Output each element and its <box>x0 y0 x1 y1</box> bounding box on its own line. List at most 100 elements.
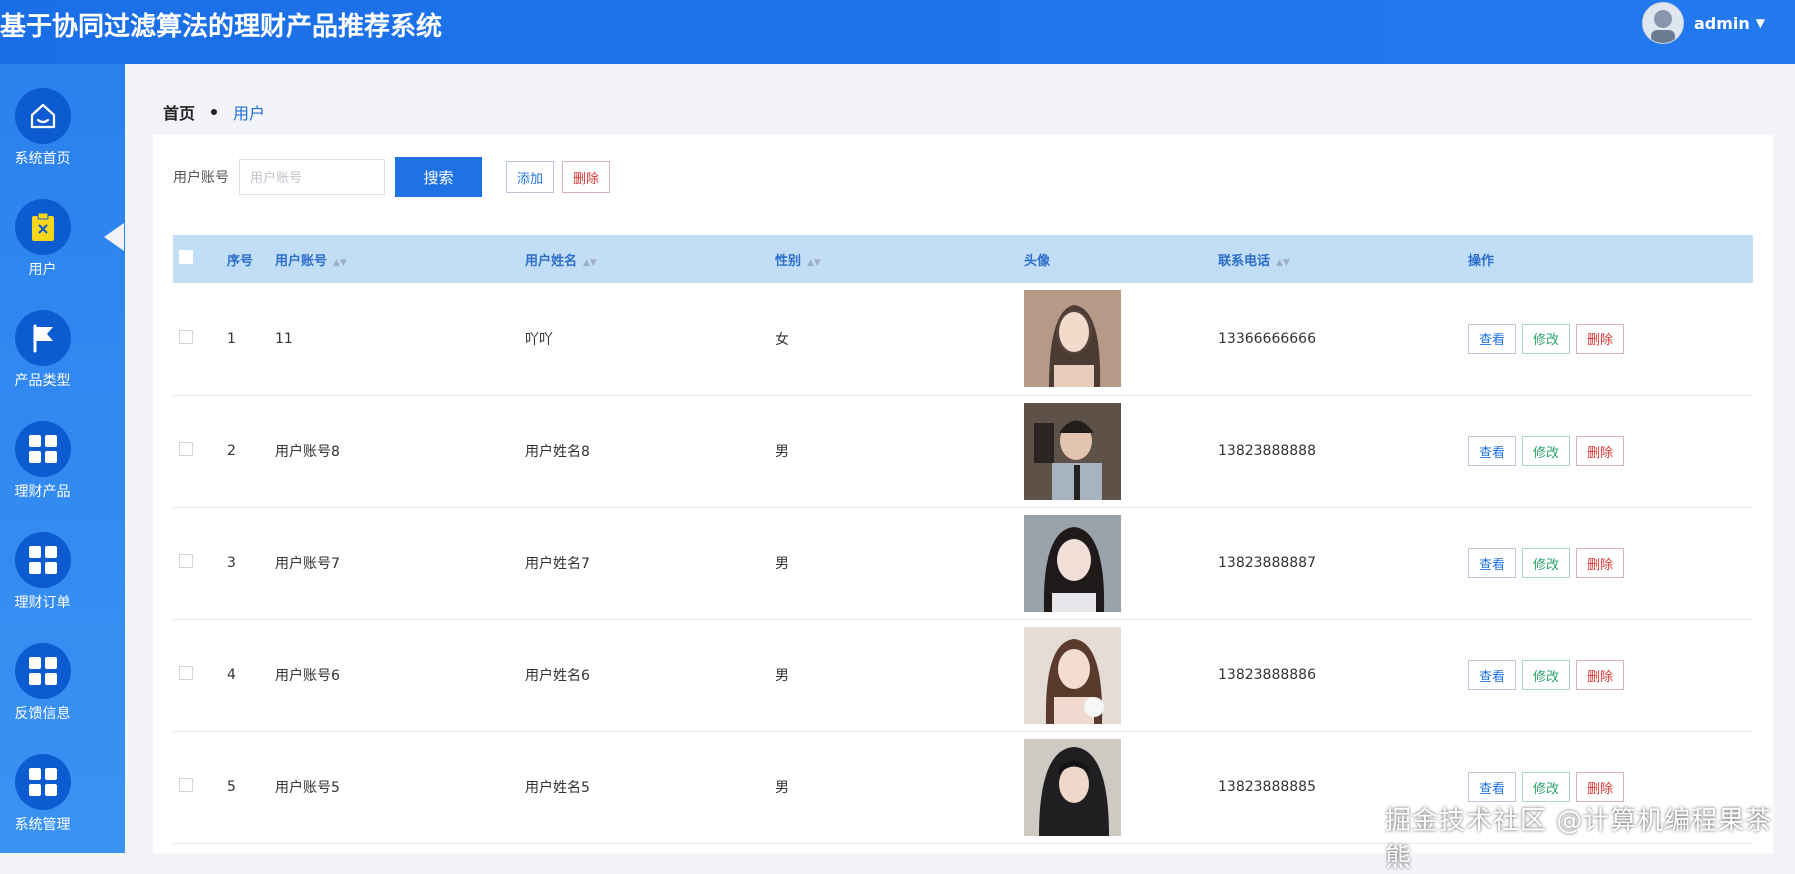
view-button[interactable]: 查看 <box>1468 660 1517 690</box>
sidebar-item-label: 理财产品 <box>14 484 71 500</box>
user-menu[interactable]: admin ▼ <box>1641 2 1765 44</box>
cell-phone: 13823888886 <box>1218 667 1316 683</box>
breadcrumb: 首页 用户 <box>163 100 265 124</box>
col-phone-label: 联系电话 <box>1218 253 1271 269</box>
user-table: 序号 用户账号 ▲▼ 用户姓名 ▲▼ 性别 ▲▼ 头像 联系电话 ▲▼ 操作 1 11 … <box>173 235 1753 844</box>
sidebar-item-financial-orders[interactable]: 理财订单 <box>0 532 85 612</box>
breadcrumb-home[interactable]: 首页 <box>163 100 195 124</box>
col-avatar: 头像 <box>1024 253 1051 269</box>
row-checkbox[interactable] <box>179 329 193 344</box>
avatar-image <box>1024 290 1121 388</box>
edit-button[interactable]: 修改 <box>1522 660 1571 690</box>
sidebar-item-system-management[interactable]: 系统管理 <box>0 754 85 834</box>
col-account-label: 用户账号 <box>275 253 328 269</box>
breadcrumb-current: 用户 <box>233 104 266 123</box>
row-checkbox[interactable] <box>179 554 193 568</box>
main-panel: 用户账号 搜索 添加 删除 序号 用户账号 ▲▼ 用户姓名 ▲▼ 性别 ▲▼ 头像 联… <box>153 135 1773 853</box>
row-delete-button[interactable]: 删除 <box>1576 436 1625 466</box>
cell-account: 用户账号8 <box>275 444 340 460</box>
sidebar: 系统首页 用户 产品类型 理财产品 理财订单 反馈信息 系统管理 <box>0 64 125 853</box>
row-delete-button[interactable]: 删除 <box>1576 660 1625 690</box>
chevron-down-icon[interactable]: ▼ <box>1756 16 1765 30</box>
cell-gender: 男 <box>775 668 789 684</box>
cell-gender: 女 <box>775 331 789 348</box>
cell-phone: 13823888888 <box>1218 443 1316 459</box>
cell-account: 用户账号7 <box>275 556 340 572</box>
select-all-checkbox[interactable] <box>179 250 193 264</box>
cell-gender: 男 <box>775 444 789 460</box>
sidebar-item-financial-products[interactable]: 理财产品 <box>0 421 85 501</box>
edit-button[interactable]: 修改 <box>1522 436 1571 466</box>
search-input[interactable] <box>239 159 385 195</box>
flag-icon <box>33 324 53 353</box>
watermark-text: 掘金技术社区 @计算机编程果茶熊 <box>1385 806 1773 873</box>
clipboard-icon <box>31 212 54 241</box>
username[interactable]: admin <box>1694 14 1750 33</box>
row-delete-button[interactable]: 删除 <box>1576 323 1625 354</box>
col-actions: 操作 <box>1468 253 1495 269</box>
table-row: 3 用户账号7 用户姓名7 男 13823888887 查看 修改 删除 <box>173 507 1753 619</box>
search-button[interactable]: 搜索 <box>395 157 482 197</box>
avatar-image <box>1024 402 1121 500</box>
sort-icon[interactable]: ▲▼ <box>583 258 597 268</box>
view-button[interactable]: 查看 <box>1468 548 1517 578</box>
grid-icon <box>28 657 57 685</box>
col-name[interactable]: 用户姓名 ▲▼ <box>525 235 775 283</box>
grid-icon <box>28 546 57 574</box>
row-delete-button[interactable]: 删除 <box>1576 548 1625 578</box>
cell-name: 用户姓名5 <box>525 780 590 796</box>
cell-phone: 13823888887 <box>1218 555 1316 571</box>
delete-button[interactable]: 删除 <box>562 161 611 193</box>
table-row: 1 11 吖吖 女 13366666666 查看 修改 删除 <box>173 283 1753 395</box>
cell-index: 3 <box>227 555 236 571</box>
cell-gender: 男 <box>775 780 789 796</box>
col-name-label: 用户姓名 <box>525 253 578 269</box>
sort-icon[interactable]: ▲▼ <box>807 258 821 268</box>
avatar-image <box>1024 738 1121 836</box>
sort-icon[interactable]: ▲▼ <box>333 258 347 268</box>
user-avatar[interactable] <box>1641 2 1684 44</box>
app-title: 基于协同过滤算法的理财产品推荐系统 <box>0 12 443 42</box>
search-bar: 用户账号 搜索 添加 删除 <box>173 157 611 197</box>
cell-account: 11 <box>275 330 293 347</box>
cell-index: 1 <box>227 330 236 347</box>
row-checkbox[interactable] <box>179 442 193 456</box>
col-gender[interactable]: 性别 ▲▼ <box>775 235 1024 283</box>
sort-icon[interactable]: ▲▼ <box>1276 258 1290 268</box>
cell-index: 5 <box>227 779 236 795</box>
home-icon <box>30 103 55 129</box>
sidebar-item-product-type[interactable]: 产品类型 <box>0 310 85 390</box>
edit-button[interactable]: 修改 <box>1522 548 1571 578</box>
edit-button[interactable]: 修改 <box>1522 323 1571 354</box>
sidebar-item-feedback[interactable]: 反馈信息 <box>0 643 85 723</box>
cell-index: 4 <box>227 667 236 683</box>
row-checkbox[interactable] <box>179 666 193 680</box>
avatar-image <box>1024 514 1121 612</box>
sidebar-item-user[interactable]: 用户 <box>0 199 85 279</box>
col-phone[interactable]: 联系电话 ▲▼ <box>1218 235 1468 283</box>
table-row: 2 用户账号8 用户姓名8 男 13823888888 查看 修改 删除 <box>173 395 1753 507</box>
view-button[interactable]: 查看 <box>1468 436 1517 466</box>
sidebar-item-home[interactable]: 系统首页 <box>0 88 85 168</box>
sidebar-item-label: 系统首页 <box>14 151 71 167</box>
avatar-image <box>1024 626 1121 724</box>
row-delete-button[interactable]: 删除 <box>1576 772 1625 802</box>
grid-icon <box>28 768 57 796</box>
add-button[interactable]: 添加 <box>506 161 555 193</box>
cell-account: 用户账号5 <box>275 780 340 796</box>
view-button[interactable]: 查看 <box>1468 323 1517 354</box>
top-header: 基于协同过滤算法的理财产品推荐系统 admin ▼ <box>0 0 1795 64</box>
sidebar-item-label: 产品类型 <box>14 373 71 389</box>
row-checkbox[interactable] <box>179 778 193 792</box>
col-account[interactable]: 用户账号 ▲▼ <box>275 235 525 283</box>
sidebar-item-label: 理财订单 <box>14 595 71 611</box>
active-indicator <box>104 223 124 251</box>
cell-account: 用户账号6 <box>275 668 340 684</box>
edit-button[interactable]: 修改 <box>1522 772 1571 802</box>
view-button[interactable]: 查看 <box>1468 772 1517 802</box>
table-header-row: 序号 用户账号 ▲▼ 用户姓名 ▲▼ 性别 ▲▼ 头像 联系电话 ▲▼ 操作 <box>173 235 1753 283</box>
cell-name: 吖吖 <box>525 331 553 348</box>
col-index: 序号 <box>227 253 254 269</box>
grid-icon <box>28 435 57 463</box>
search-label: 用户账号 <box>173 170 229 186</box>
